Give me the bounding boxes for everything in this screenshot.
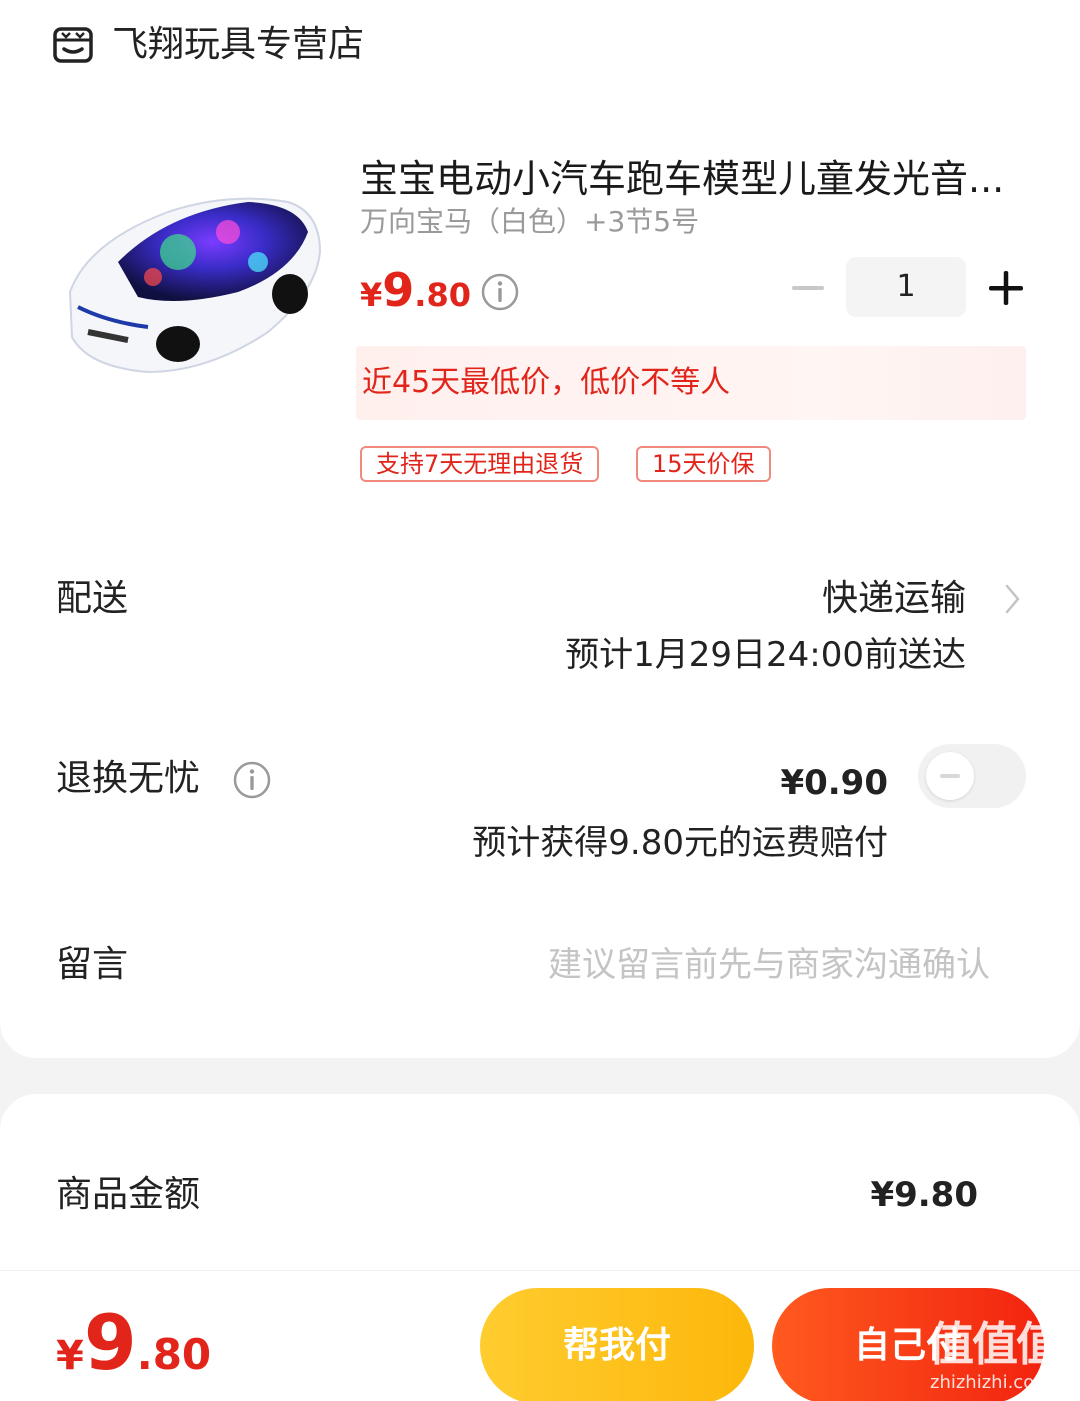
lowest-price-banner: 近45天最低价，低价不等人 (356, 346, 1026, 420)
store-name[interactable]: 飞翔玩具专营店 (112, 22, 364, 68)
product-image[interactable] (58, 172, 328, 392)
message-input[interactable] (420, 936, 990, 994)
minus-icon[interactable] (790, 270, 826, 306)
price-currency: ¥ (360, 276, 383, 314)
subtotal-value: ¥9.80 (870, 1175, 978, 1215)
product-title[interactable]: 宝宝电动小汽车跑车模型儿童发光音... (360, 154, 1020, 204)
quantity-value[interactable]: 1 (846, 257, 966, 317)
price-protection-tag: 15天价保 (636, 446, 771, 482)
subtotal-label: 商品金额 (56, 1174, 201, 1215)
price-integer: 9 (382, 263, 415, 317)
watermark-url: zhizhizhi.com (930, 1372, 1052, 1393)
return-insurance-label: 退换无忧 (56, 758, 201, 799)
product-spec[interactable]: 万向宝马（白色）+3节5号 (360, 202, 699, 242)
delivery-eta: 预计1月29日24:00前送达 (565, 635, 966, 675)
total-price: ¥9.80 (56, 1298, 211, 1387)
toggle-knob (926, 752, 974, 800)
help-pay-button[interactable]: 帮我付 (480, 1288, 754, 1401)
plus-icon[interactable] (986, 268, 1026, 308)
info-icon[interactable] (480, 272, 520, 312)
total-decimal: .80 (136, 1330, 212, 1379)
return-compensation-note: 预计获得9.80元的运费赔付 (472, 823, 888, 863)
store-icon (52, 24, 94, 66)
product-price: ¥9.80 (360, 262, 471, 329)
delivery-method[interactable]: 快递运输 (822, 576, 966, 622)
return-insurance-toggle[interactable] (918, 744, 1026, 808)
total-currency: ¥ (56, 1333, 84, 1379)
chevron-right-icon[interactable] (1000, 582, 1024, 616)
watermark: 值值值 (928, 1317, 1062, 1371)
return-insurance-price: ¥0.90 (780, 763, 888, 803)
message-label: 留言 (56, 944, 129, 985)
info-icon[interactable] (232, 760, 272, 800)
total-integer: 9 (83, 1298, 137, 1387)
delivery-label: 配送 (56, 578, 129, 619)
price-decimal: .80 (414, 276, 471, 314)
return-policy-tag: 支持7天无理由退货 (360, 446, 600, 482)
